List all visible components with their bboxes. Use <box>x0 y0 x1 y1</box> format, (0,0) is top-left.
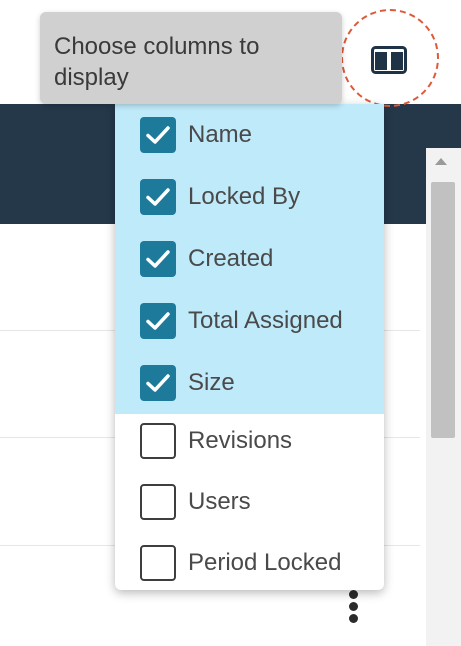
menu-item-locked-by[interactable]: Locked By <box>115 166 384 228</box>
scroll-up-arrow-icon[interactable] <box>435 158 447 165</box>
column-chooser-menu: Name Locked By Created Total Assigned Si… <box>115 104 384 590</box>
menu-item-label: Revisions <box>188 427 293 454</box>
checkmark-icon <box>146 312 170 330</box>
checkbox-revisions[interactable] <box>140 423 176 459</box>
menu-item-label: Users <box>188 488 251 515</box>
vertical-scrollbar[interactable] <box>426 148 461 646</box>
checkbox-locked-by[interactable] <box>140 179 176 215</box>
checkmark-icon <box>146 126 170 144</box>
menu-item-users[interactable]: Users <box>115 471 384 533</box>
menu-item-name[interactable]: Name <box>115 104 384 166</box>
checkmark-icon <box>146 374 170 392</box>
kebab-menu-icon[interactable] <box>346 590 362 624</box>
menu-item-total-assigned[interactable]: Total Assigned <box>115 290 384 352</box>
columns-icon <box>371 46 407 74</box>
tooltip: Choose columns to display <box>40 12 342 104</box>
menu-item-created[interactable]: Created <box>115 228 384 290</box>
column-toggle-button[interactable] <box>341 9 439 107</box>
checkbox-name[interactable] <box>140 117 176 153</box>
menu-item-label: Created <box>188 245 274 272</box>
menu-item-label: Name <box>188 121 253 148</box>
menu-item-label: Period Locked <box>188 549 342 576</box>
menu-item-label: Size <box>188 369 235 396</box>
menu-item-label: Total Assigned <box>188 307 343 334</box>
menu-item-revisions[interactable]: Revisions <box>115 410 384 472</box>
menu-item-period-locked[interactable]: Period Locked <box>115 532 384 590</box>
checkbox-created[interactable] <box>140 241 176 277</box>
menu-item-label: Locked By <box>188 183 301 210</box>
scroll-thumb[interactable] <box>431 182 455 438</box>
tooltip-line-2: display <box>54 64 129 91</box>
tooltip-line-1: Choose columns to <box>54 33 260 60</box>
checkmark-icon <box>146 188 170 206</box>
menu-item-size[interactable]: Size <box>115 352 384 414</box>
checkbox-users[interactable] <box>140 484 176 520</box>
checkbox-size[interactable] <box>140 365 176 401</box>
checkbox-period-locked[interactable] <box>140 545 176 581</box>
checkbox-total-assigned[interactable] <box>140 303 176 339</box>
checkmark-icon <box>146 250 170 268</box>
